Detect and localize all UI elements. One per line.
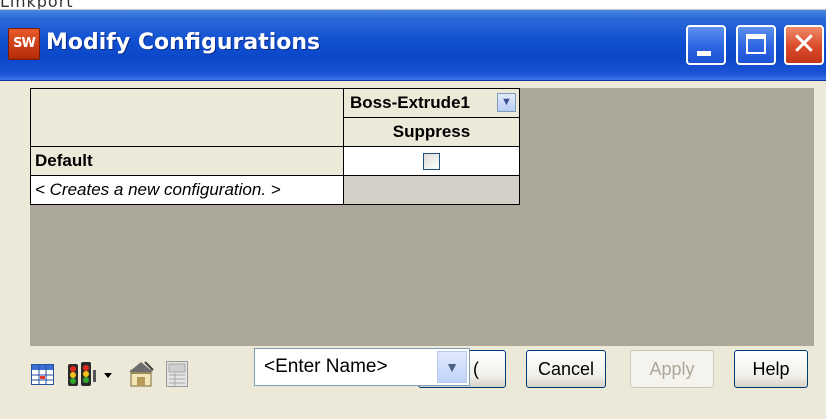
suppress-checkbox[interactable] [423,153,440,171]
row-header-default[interactable]: Default [30,146,344,176]
configuration-name-combo[interactable]: <Enter Name> ▼ [254,348,470,386]
configuration-table: Boss-Extrude1 ▼ Suppress Default < Creat… [30,88,520,205]
maximize-icon [746,34,766,54]
suppress-cell-default[interactable] [343,146,520,176]
table-corner-cell [30,88,344,147]
minimize-button[interactable] [686,25,726,65]
close-button[interactable]: ✕ [784,25,824,65]
close-icon: ✕ [791,27,817,62]
title-bar[interactable]: SW Modify Configurations ✕ [0,10,826,81]
dialog-client-area: Boss-Extrude1 ▼ Suppress Default < Creat… [0,81,826,419]
background-window-text: Linkport [0,0,74,11]
chevron-down-icon[interactable]: ▼ [437,351,467,383]
minimize-icon [697,51,711,56]
feature-column-label: Boss-Extrude1 [350,93,470,112]
suppress-cell-new [343,175,520,205]
configuration-grid: Boss-Extrude1 ▼ Suppress Default < Creat… [30,88,814,346]
table-view-icon[interactable] [31,364,54,385]
solidworks-app-icon[interactable]: SW [8,28,40,60]
modify-configurations-dialog: SW Modify Configurations ✕ Boss-Extrude1… [0,10,826,419]
maximize-button[interactable] [736,25,776,65]
feature-dropdown-icon[interactable]: ▼ [497,93,516,112]
parameter-column-header: Suppress [343,117,520,147]
window-title: Modify Configurations [46,30,321,55]
configuration-name-input[interactable]: <Enter Name> [264,349,388,385]
cancel-button[interactable]: Cancel [526,350,606,388]
row-header-new-configuration[interactable]: < Creates a new configuration. > [30,175,344,205]
save-table-icon[interactable] [166,361,188,387]
feature-column-header[interactable]: Boss-Extrude1 ▼ [343,88,520,118]
properties-icon[interactable] [127,360,155,388]
ok-button-label: ( [473,359,479,379]
apply-button[interactable]: Apply [630,350,714,388]
dropdown-arrow-icon[interactable] [104,373,112,379]
traffic-light-icon[interactable] [67,360,97,388]
help-button[interactable]: Help [734,350,808,388]
